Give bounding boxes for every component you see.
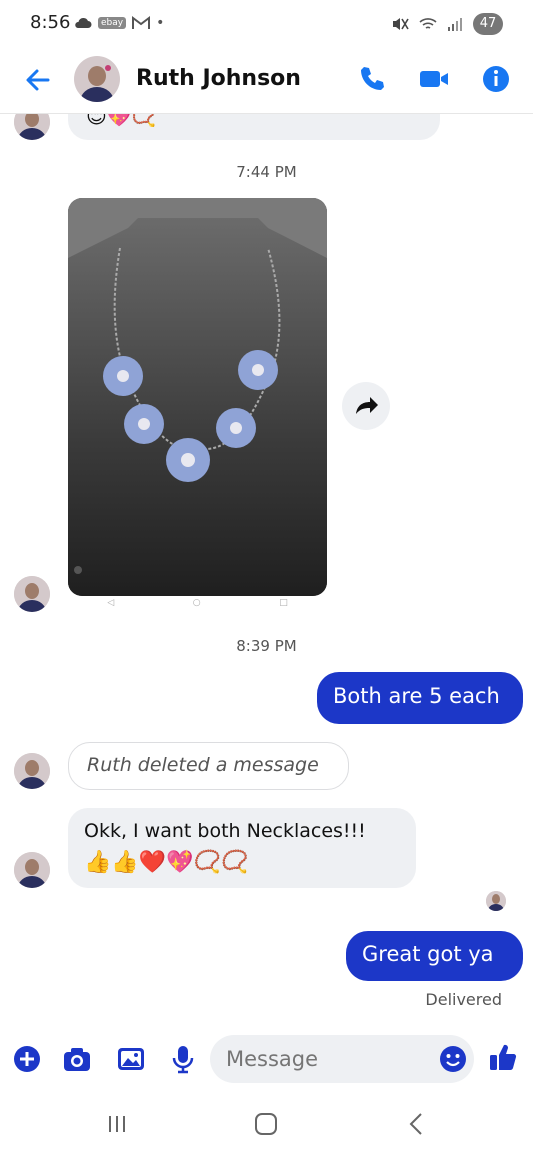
- system-nav-bar: [0, 1100, 533, 1155]
- nav-back-hint-icon: ◁: [107, 598, 115, 608]
- contact-name[interactable]: Ruth Johnson: [136, 66, 301, 91]
- avatar[interactable]: [14, 753, 50, 789]
- arrow-left-icon[interactable]: [20, 62, 56, 98]
- delivered-status: Delivered: [425, 990, 502, 1009]
- message-input[interactable]: [210, 1035, 474, 1083]
- status-bar: 8:56 ebay • 47: [0, 0, 533, 48]
- microphone-icon[interactable]: [168, 1044, 198, 1074]
- phone-icon[interactable]: [356, 63, 388, 95]
- message-text: Great got ya: [362, 942, 494, 966]
- forward-button[interactable]: [342, 382, 390, 430]
- info-icon[interactable]: [480, 63, 512, 95]
- incoming-message[interactable]: Okk, I want both Necklaces!!! 👍👍❤️💖📿📿: [68, 808, 416, 888]
- ebay-notification-icon: ebay: [98, 17, 127, 29]
- thumbs-up-icon[interactable]: [488, 1042, 518, 1072]
- status-time: 8:56: [30, 12, 71, 33]
- message-text: Both are 5 each: [333, 684, 500, 708]
- wifi-icon: [419, 18, 437, 29]
- dot-icon: •: [156, 15, 165, 31]
- deleted-text: Ruth deleted a message: [87, 754, 319, 776]
- nav-home-hint-icon: ○: [192, 598, 201, 608]
- share-arrow-icon: [356, 397, 378, 414]
- nav-recent-hint-icon: □: [279, 598, 288, 608]
- necklace-photo[interactable]: [68, 198, 327, 596]
- outgoing-message[interactable]: Both are 5 each: [317, 672, 523, 724]
- battery-icon: 47: [473, 13, 503, 35]
- deleted-message-notice: Ruth deleted a message: [68, 742, 349, 790]
- chat-header-overlay: Ruth Johnson: [0, 48, 533, 114]
- home-icon[interactable]: [254, 1112, 278, 1136]
- plus-icon[interactable]: [12, 1044, 42, 1074]
- avatar[interactable]: [14, 852, 50, 888]
- image-nav-hints: ◁ ○ □: [68, 598, 327, 612]
- message-emojis: 👍👍❤️💖📿📿: [84, 850, 249, 875]
- message-text: Okk, I want both Necklaces!!!: [84, 820, 366, 842]
- mute-icon: [393, 18, 409, 30]
- timestamp: 8:39 PM: [236, 637, 297, 655]
- video-camera-icon[interactable]: [418, 63, 450, 95]
- emoji-icon[interactable]: [438, 1044, 468, 1074]
- gallery-icon[interactable]: [116, 1044, 146, 1074]
- gmail-icon: [132, 16, 151, 29]
- avatar[interactable]: [14, 576, 50, 612]
- seen-avatar: [486, 891, 506, 911]
- timestamp: 7:44 PM: [236, 163, 297, 181]
- back-nav-icon[interactable]: [406, 1112, 426, 1136]
- cloud-icon: [75, 17, 92, 28]
- recent-apps-icon[interactable]: [106, 1113, 128, 1135]
- signal-icon: [448, 18, 462, 31]
- contact-avatar[interactable]: [74, 56, 120, 102]
- outgoing-message[interactable]: Great got ya: [346, 931, 523, 981]
- camera-icon[interactable]: [62, 1044, 92, 1074]
